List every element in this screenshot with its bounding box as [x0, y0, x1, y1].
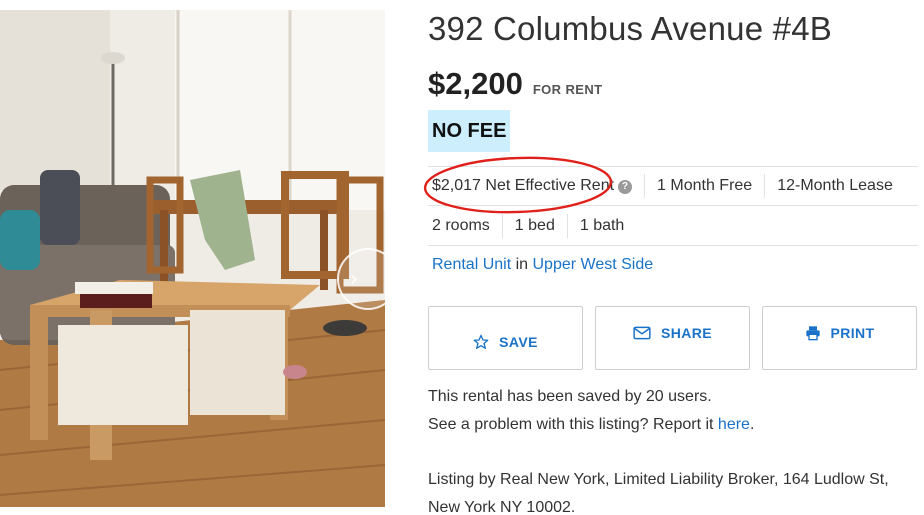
unit-type-line: Rental Unit in Upper West Side [432, 256, 653, 274]
listing-photo[interactable]: › [0, 10, 385, 507]
star-icon [473, 334, 489, 349]
listing-title: 392 Columbus Avenue #4B [428, 10, 832, 47]
action-buttons: SAVE SHARE PRINT [428, 306, 918, 370]
report-link[interactable]: here [718, 416, 750, 433]
apartment-photo-image [0, 10, 385, 507]
no-fee-badge: NO FEE [428, 110, 511, 152]
listing-price: $2,200 [428, 66, 523, 101]
question-circle-icon[interactable]: ? [618, 180, 633, 194]
bath-count: 1 bath [566, 213, 636, 238]
share-label: SHARE [660, 325, 712, 341]
print-button[interactable]: PRINT [762, 306, 917, 370]
lease-term: 12-Month Lease [764, 174, 905, 198]
rent-facts-row: $2,017 Net Effective Rent? 1 Month Free … [428, 166, 918, 206]
room-facts-row: 2 rooms 1 bed 1 bath [428, 206, 918, 246]
chevron-right-icon: › [349, 266, 359, 292]
net-effective-rent: $2,017 Net Effective Rent? [428, 174, 644, 198]
free-months: 1 Month Free [644, 174, 764, 198]
report-suffix: . [749, 416, 755, 433]
neighborhood-link[interactable]: Upper West Side [533, 256, 654, 273]
print-label: PRINT [830, 325, 875, 341]
type-connector: in [511, 256, 533, 273]
save-label: SAVE [499, 334, 538, 350]
share-button[interactable]: SHARE [595, 306, 750, 370]
price-row: $2,200 FOR RENT [428, 66, 602, 102]
report-problem-text: See a problem with this listing? Report … [428, 416, 754, 434]
saved-count-text: This rental has been saved by 20 users. [428, 388, 712, 405]
report-prefix: See a problem with this listing? Report … [428, 416, 718, 433]
price-suffix: FOR RENT [532, 82, 603, 97]
bed-count: 1 bed [501, 213, 567, 238]
save-button[interactable]: SAVE [428, 306, 583, 370]
broker-text: Listing by Real New York, Limited Liabil… [428, 471, 889, 515]
net-effective-rent-label: $2,017 Net Effective Rent [432, 177, 615, 194]
room-count: 2 rooms [432, 216, 490, 234]
printer-icon [805, 326, 820, 341]
rental-unit-link[interactable]: Rental Unit [432, 256, 511, 273]
envelope-icon [633, 326, 651, 340]
